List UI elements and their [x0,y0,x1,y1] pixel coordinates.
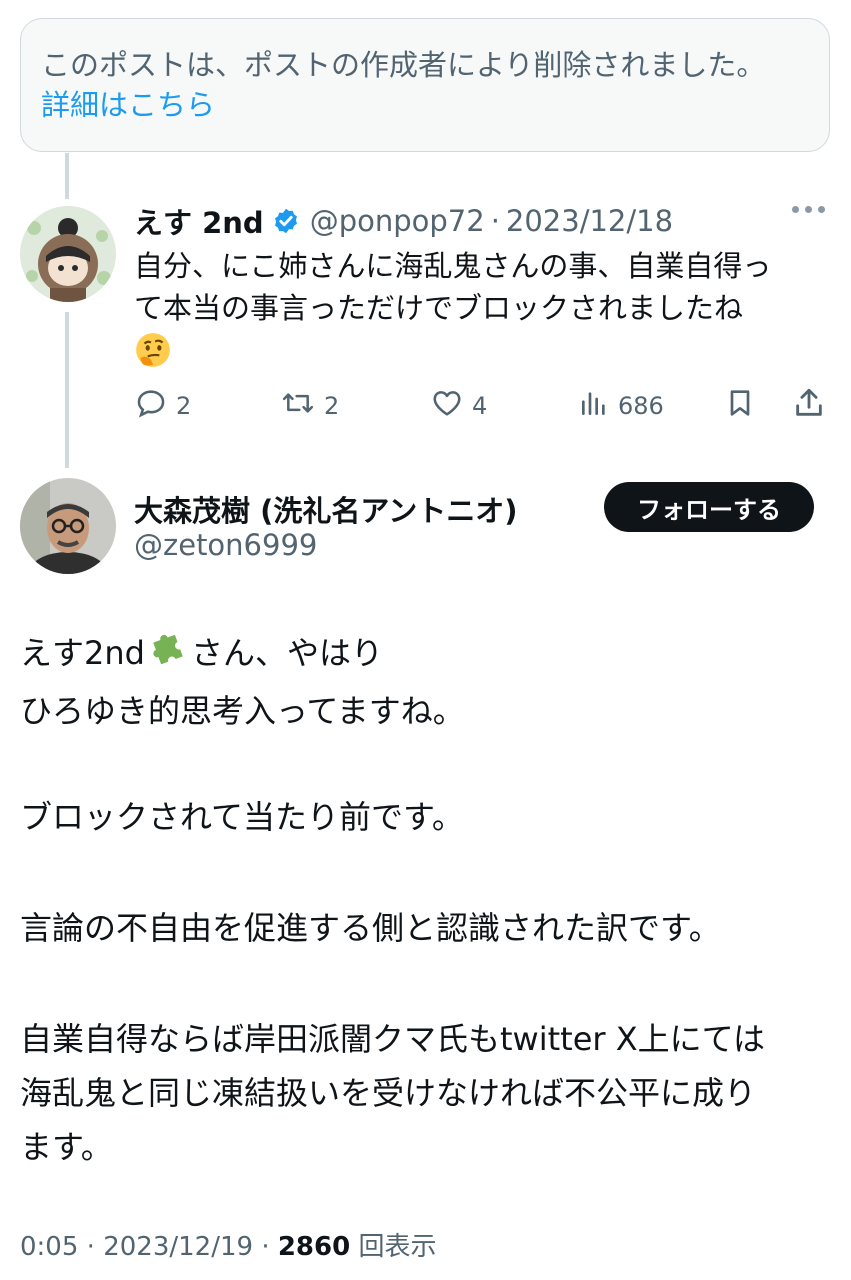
post-text-line: 言論の不自由を促進する側と認識された訳です。 [20,909,721,947]
reply-date[interactable]: 2023/12/18 [506,204,673,238]
post-time[interactable]: 0:05 [20,1232,78,1262]
reply-author-avatar[interactable] [20,206,116,302]
views-button[interactable]: 686 [578,384,664,428]
reply-text-line: て本当の事言っただけでブロックされましたね [134,291,744,325]
meta-separator: · [261,1232,270,1262]
view-count: 686 [618,392,664,420]
thread-line-top [65,153,69,199]
bookmark-button[interactable] [724,384,756,428]
main-author-name[interactable]: 大森茂樹 (洗礼名アントニオ) [134,488,517,530]
reply-header: えす 2nd @ponpop72 · 2023/12/18 [134,200,673,242]
deleted-notice-text: このポストは、ポストの作成者により削除されました。 [41,48,766,82]
main-author-handle[interactable]: @zeton6999 [134,528,317,562]
repost-icon [280,386,316,426]
reply-text-line: 自分、にこ姉さんに海乱鬼さんの事、自業自得っ [134,249,772,283]
post-date[interactable]: 2023/12/19 [103,1232,253,1262]
repost-button[interactable]: 2 [280,384,339,428]
repost-count: 2 [324,392,340,420]
meta-separator: · [86,1232,95,1262]
comment-icon [134,386,168,426]
reply-button[interactable]: 2 [134,384,191,428]
post-text-line: ひろゆき的思考入ってますね。 [20,692,465,730]
verified-badge-icon [272,207,300,235]
post-text-line: 海乱鬼と同じ凍結扱いを受けなければ不公平に成り [20,1074,757,1112]
post-view-count: 2860 [277,1232,351,1262]
puzzle-piece-emoji-icon [145,624,191,686]
share-icon [792,386,826,426]
like-count: 4 [472,392,488,420]
main-author-avatar[interactable] [20,478,116,574]
post-footer-meta: 0:05 · 2023/12/19 · 2860 回表示 [20,1226,437,1263]
learn-more-link[interactable]: 詳細はこちら [41,85,215,125]
thread-line-middle [65,312,69,468]
follow-button[interactable]: フォローする [604,482,814,532]
like-button[interactable]: 4 [430,384,487,428]
more-options-icon[interactable] [792,206,825,213]
analytics-icon [578,387,610,425]
post-text-segment: えす2nd [20,634,145,672]
post-text-segment: さん、やはり [190,634,383,672]
post-view-label: 回表示 [358,1232,437,1262]
thinking-face-emoji-icon [134,329,824,371]
reply-text: 自分、にこ姉さんに海乱鬼さんの事、自業自得っ て本当の事言っただけでブロックされ… [134,245,824,371]
post-text-line: ブロックされて当たり前です。 [20,798,464,836]
reply-author-name[interactable]: えす 2nd [134,200,264,242]
meta-separator: · [490,204,500,238]
share-button[interactable] [792,384,826,428]
bookmark-icon [724,386,756,426]
heart-icon [430,386,464,426]
post-text-line: えす2nd さん、やはり [20,624,383,686]
reply-count: 2 [176,392,192,420]
deleted-post-notice: このポストは、ポストの作成者により削除されました。 詳細はこちら [20,18,830,152]
post-text-line: 自業自得ならば岸田派闇クマ氏もtwitter X上にては [20,1020,766,1058]
reply-action-bar: 2 2 4 686 [134,384,834,428]
reply-author-handle[interactable]: @ponpop72 [310,204,485,238]
post-text-line: ます。 [20,1128,113,1166]
